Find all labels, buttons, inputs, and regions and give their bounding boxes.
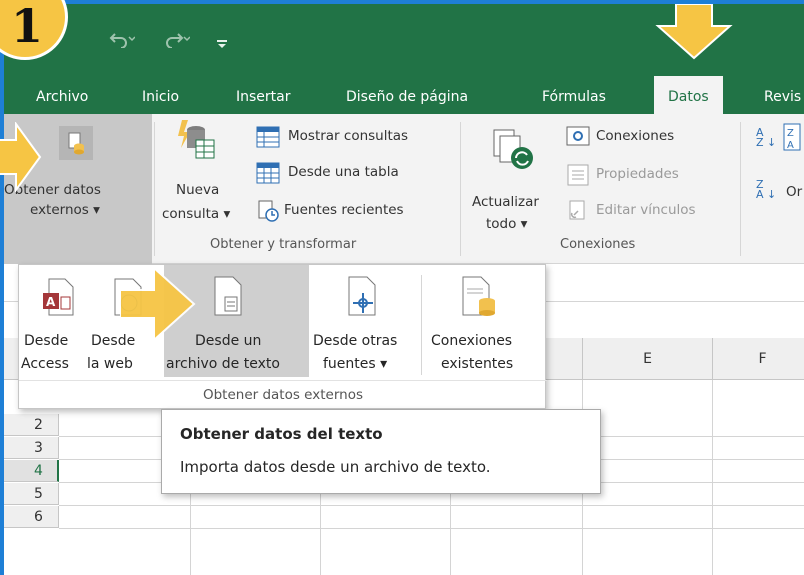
customize-qat-icon[interactable] bbox=[216, 34, 228, 55]
mostrar-consultas-button[interactable]: Mostrar consultas bbox=[288, 128, 408, 144]
row-header-3[interactable]: 3 bbox=[4, 437, 59, 459]
tab-diseno-pagina[interactable]: Diseño de página bbox=[346, 76, 468, 114]
row-header-4[interactable]: 4 bbox=[4, 460, 59, 482]
ordenar-button[interactable]: Or bbox=[786, 184, 802, 200]
ribbon-separator bbox=[154, 122, 155, 256]
propiedades-button[interactable]: Propiedades bbox=[596, 166, 679, 182]
tab-inicio[interactable]: Inicio bbox=[142, 76, 179, 114]
tab-revisar[interactable]: Revis bbox=[764, 76, 801, 114]
redo-icon[interactable] bbox=[164, 28, 191, 53]
consulta-label[interactable]: consulta ▾ bbox=[162, 206, 230, 222]
desde-tabla-button[interactable]: Desde una tabla bbox=[288, 164, 399, 180]
column-header-e[interactable]: E bbox=[582, 338, 712, 380]
undo-icon[interactable] bbox=[109, 28, 136, 53]
dropdown-separator bbox=[421, 275, 422, 375]
ribbon-datos: Obtener datos externos ▾ Nueva consulta … bbox=[4, 114, 804, 264]
text-file-icon bbox=[211, 275, 245, 321]
obtener-transformar-group-label: Obtener y transformar bbox=[210, 237, 357, 252]
conexiones-existentes-line2[interactable]: existentes bbox=[441, 356, 513, 372]
svg-text:A: A bbox=[787, 140, 794, 151]
editar-vinculos-button[interactable]: Editar vínculos bbox=[596, 202, 696, 218]
row-header-6[interactable]: 6 bbox=[4, 506, 59, 528]
row-header-5[interactable]: 5 bbox=[4, 483, 59, 505]
conexiones-button[interactable]: Conexiones bbox=[596, 128, 674, 144]
tooltip-description: Importa datos desde un archivo de texto. bbox=[180, 458, 491, 476]
conexiones-existentes-line1[interactable]: Conexiones bbox=[431, 333, 512, 349]
sort-za-icon[interactable]: ZA ↓ bbox=[756, 179, 776, 200]
externos-label: externos ▾ bbox=[30, 202, 100, 218]
properties-icon bbox=[566, 164, 590, 190]
tooltip-title: Obtener datos del texto bbox=[180, 425, 383, 443]
conexiones-group-label: Conexiones bbox=[560, 237, 636, 252]
tab-datos[interactable]: Datos bbox=[654, 76, 723, 114]
connections-icon bbox=[566, 126, 590, 152]
other-sources-icon bbox=[345, 275, 379, 321]
obtener-datos-externos-group-label: Obtener datos externos bbox=[202, 387, 364, 403]
desde-otras-fuentes-line2[interactable]: fuentes ▾ bbox=[323, 356, 387, 372]
ribbon-separator bbox=[460, 122, 461, 256]
grid-line bbox=[712, 380, 713, 575]
access-icon: A bbox=[41, 277, 75, 321]
desde-archivo-texto-line1[interactable]: Desde un bbox=[195, 333, 261, 349]
show-queries-icon bbox=[256, 126, 280, 152]
todo-label[interactable]: todo ▾ bbox=[486, 216, 527, 232]
tab-insertar[interactable]: Insertar bbox=[236, 76, 291, 114]
annotation-arrow-right-icon bbox=[119, 264, 196, 348]
sort-az-icon[interactable]: AZ ↓ bbox=[756, 127, 776, 148]
desde-archivo-texto-line2[interactable]: archivo de texto bbox=[166, 356, 280, 372]
dropdown-divider bbox=[19, 380, 547, 381]
desde-web-line2[interactable]: la web bbox=[87, 356, 133, 372]
ribbon-separator bbox=[740, 122, 741, 256]
annotation-arrow-down-icon bbox=[654, 3, 734, 64]
actualizar-label: Actualizar bbox=[472, 194, 539, 210]
external-data-icon bbox=[59, 126, 93, 164]
tab-formulas[interactable]: Fórmulas bbox=[542, 76, 606, 114]
desde-otras-fuentes-line1[interactable]: Desde otras bbox=[313, 333, 397, 349]
fuentes-recientes-button[interactable]: Fuentes recientes bbox=[284, 202, 404, 218]
grid-line bbox=[59, 505, 804, 506]
svg-text:A: A bbox=[46, 295, 56, 309]
refresh-all-icon bbox=[492, 128, 536, 176]
desde-access-line2[interactable]: Access bbox=[21, 356, 69, 372]
desde-access-line1[interactable]: Desde bbox=[24, 333, 68, 349]
ribbon-tabs: Archivo Inicio Insertar Diseño de página… bbox=[4, 76, 804, 114]
tab-archivo[interactable]: Archivo bbox=[36, 76, 88, 114]
screenshot-frame: Archivo Inicio Insertar Diseño de página… bbox=[0, 0, 804, 575]
edit-links-icon bbox=[566, 200, 590, 226]
column-header-f[interactable]: F bbox=[712, 338, 804, 380]
annotation-arrow-right-icon bbox=[0, 120, 42, 196]
tooltip: Obtener datos del texto Importa datos de… bbox=[161, 409, 601, 494]
grid-line bbox=[59, 528, 804, 529]
recent-sources-icon bbox=[256, 200, 280, 226]
nueva-label: Nueva bbox=[176, 182, 220, 198]
from-table-icon bbox=[256, 162, 280, 188]
row-header-2[interactable]: 2 bbox=[4, 414, 59, 436]
new-query-icon bbox=[176, 118, 216, 168]
sort-icon: ZA bbox=[782, 122, 802, 156]
existing-connections-icon bbox=[459, 275, 497, 321]
external-data-dropdown: A Desde Access Desde la web Desde un arc… bbox=[18, 264, 547, 409]
svg-text:Z: Z bbox=[787, 128, 794, 139]
